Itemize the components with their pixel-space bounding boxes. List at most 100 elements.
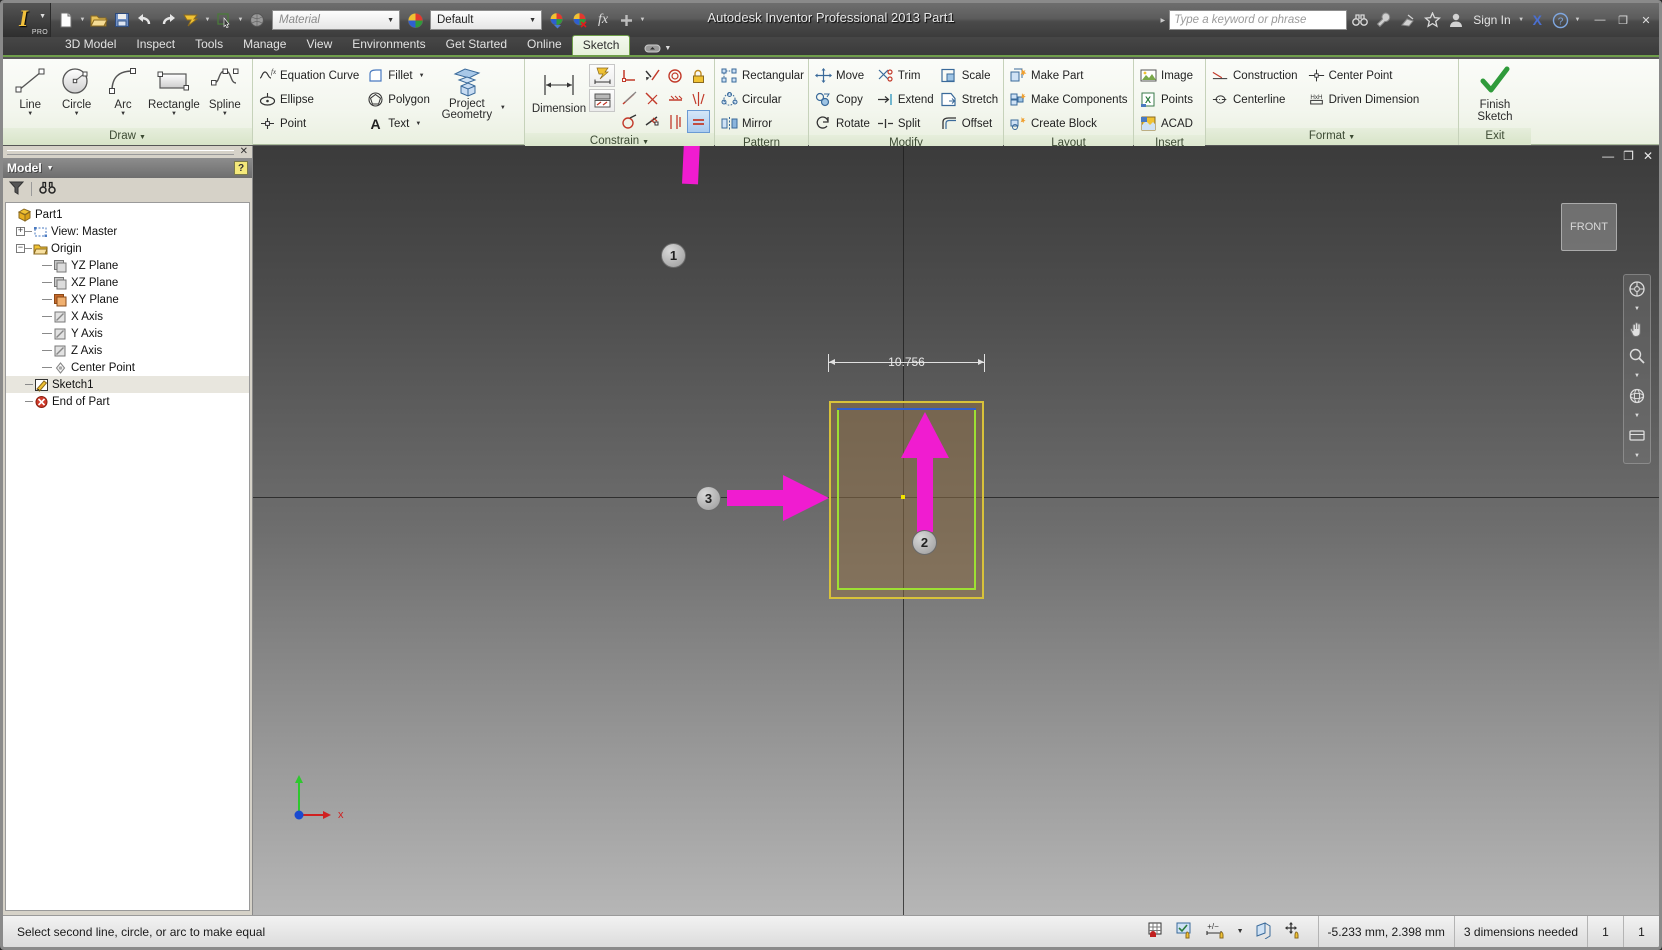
tree-node-origin[interactable]: − Origin [6, 240, 249, 257]
make-part-button[interactable]: Make Part [1008, 64, 1132, 87]
trim-button[interactable]: Trim [875, 64, 938, 87]
satellite-icon[interactable] [1397, 9, 1419, 31]
image-button[interactable]: Image [1138, 64, 1197, 87]
close-button[interactable]: ✕ [1637, 13, 1655, 27]
tangent-constraint-button[interactable] [664, 64, 687, 87]
chevron-down-icon[interactable]: ▼ [1634, 413, 1640, 419]
chevron-down-icon[interactable]: ▼ [78, 17, 87, 23]
find-button[interactable] [39, 181, 56, 197]
tree-node-x-axis[interactable]: X Axis [6, 308, 249, 325]
dimension-value[interactable]: 10.756 [884, 354, 929, 370]
project-geometry-button[interactable]: Project Geometry [436, 62, 498, 121]
dimension-annotation[interactable]: 10.756 [828, 351, 985, 375]
text-button[interactable]: A Text ▼ [365, 112, 434, 135]
construction-button[interactable]: Construction [1210, 64, 1302, 87]
mdi-close-button[interactable]: ✕ [1643, 149, 1653, 163]
perpendicular-constraint-button[interactable] [618, 64, 641, 87]
symmetric-constraint-button[interactable] [687, 87, 710, 110]
move-button[interactable]: Move [813, 64, 874, 87]
circular-pattern-button[interactable]: Circular [719, 88, 808, 111]
chevron-down-icon[interactable]: ▼ [1634, 306, 1640, 312]
fix-constraint-button[interactable] [687, 64, 710, 87]
chevron-down-icon[interactable]: ▼ [1517, 17, 1526, 23]
search-input[interactable]: Type a keyword or phrase [1169, 10, 1348, 30]
clear-appearance-button[interactable] [569, 8, 591, 32]
view-cube[interactable]: FRONT [1561, 203, 1617, 251]
expander-plus-icon[interactable]: + [16, 227, 25, 236]
chevron-down-icon[interactable]: ▼ [203, 17, 212, 23]
star-icon[interactable] [1421, 9, 1443, 31]
offset-button[interactable]: Offset [939, 112, 1002, 135]
horizontal-constraint-button[interactable] [641, 110, 664, 133]
tree-node-xy-plane[interactable]: XY Plane [6, 291, 249, 308]
customize-qat-button[interactable] [615, 8, 637, 32]
pan-hand-icon[interactable] [1626, 319, 1648, 339]
tab-3d-model[interactable]: 3D Model [55, 35, 126, 55]
color-wheel-button[interactable] [404, 8, 426, 32]
sign-in-button[interactable]: Sign In [1469, 13, 1514, 27]
zoom-icon[interactable] [1626, 346, 1648, 366]
chevron-down-icon[interactable]: ▼ [417, 73, 425, 79]
mdi-minimize-button[interactable]: — [1602, 149, 1614, 163]
arc-tool-button[interactable]: Arc ▼ [100, 62, 146, 118]
display-settings-icon[interactable] [1626, 426, 1648, 446]
chevron-down-icon[interactable]: ▼ [136, 134, 146, 141]
binoculars-icon[interactable] [1349, 9, 1371, 31]
centerline-button[interactable]: Centerline [1210, 88, 1302, 111]
point-button[interactable]: Point [257, 112, 363, 135]
coincident-constraint-button[interactable] [618, 87, 641, 110]
tree-node-center-point[interactable]: Center Point [6, 359, 249, 376]
close-icon[interactable]: ✕ [240, 146, 248, 157]
extend-button[interactable]: Extend [875, 88, 938, 111]
tree-node-y-axis[interactable]: Y Axis [6, 325, 249, 342]
model-tree[interactable]: Part1 + View: Master − Origin YZ Plane X… [5, 202, 250, 911]
smooth-constraint-button[interactable] [664, 87, 687, 110]
chevron-down-icon[interactable]: ▼ [236, 17, 245, 23]
tab-inspect[interactable]: Inspect [126, 35, 185, 55]
spline-tool-button[interactable]: Spline ▼ [202, 62, 248, 118]
browser-help-button[interactable]: ? [234, 161, 248, 175]
rectangular-pattern-button[interactable]: Rectangular [719, 64, 808, 87]
browser-drag-handle[interactable]: ✕ [3, 146, 252, 158]
points-button[interactable]: X Points [1138, 88, 1197, 111]
help-icon[interactable]: ? [1549, 9, 1571, 31]
copy-button[interactable]: Copy [813, 88, 874, 111]
chevron-down-icon[interactable]: ▼ [639, 139, 649, 146]
minimize-button[interactable]: — [1591, 13, 1609, 27]
adjust-appearance-button[interactable] [546, 8, 568, 32]
mirror-button[interactable]: Mirror [719, 112, 808, 135]
equal-constraint-button[interactable] [687, 110, 710, 133]
rectangle-tool-button[interactable]: Rectangle ▼ [146, 62, 201, 118]
chevron-down-icon[interactable]: ▼ [27, 111, 33, 118]
autodesk-exchange-button[interactable]: X [1528, 12, 1547, 28]
redo-button[interactable] [157, 8, 179, 32]
mdi-restore-button[interactable]: ❐ [1623, 149, 1634, 163]
expander-minus-icon[interactable]: − [16, 244, 25, 253]
circle-tool-button[interactable]: Circle ▼ [53, 62, 99, 118]
collinear-constraint-button[interactable] [641, 87, 664, 110]
person-icon[interactable] [1445, 9, 1467, 31]
tab-online[interactable]: Online [517, 35, 572, 55]
slice-graphics-button[interactable] [1254, 921, 1273, 942]
tree-node-z-axis[interactable]: Z Axis [6, 342, 249, 359]
appearance-sphere-button[interactable] [246, 8, 268, 32]
chevron-down-icon[interactable]: ▼ [1634, 453, 1640, 459]
application-menu-button[interactable]: I PRO ▼ [3, 3, 51, 37]
tree-node-xz-plane[interactable]: XZ Plane [6, 274, 249, 291]
scale-button[interactable]: Scale [939, 64, 1002, 87]
tree-node-sketch1[interactable]: Sketch1 [6, 376, 249, 393]
restore-button[interactable]: ❐ [1614, 13, 1632, 27]
update-button[interactable] [180, 8, 202, 32]
fillet-button[interactable]: Fillet ▼ [365, 64, 434, 87]
constraint-display-button[interactable] [1176, 922, 1195, 942]
equation-curve-button[interactable]: fx Equation Curve [257, 64, 363, 87]
tab-manage[interactable]: Manage [233, 35, 296, 55]
new-file-button[interactable] [55, 8, 77, 32]
make-components-button[interactable]: Make Components [1008, 88, 1132, 111]
select-button[interactable] [213, 8, 235, 32]
stretch-button[interactable]: Stretch [939, 88, 1002, 111]
filter-button[interactable] [8, 181, 25, 198]
rotate-button[interactable]: Rotate [813, 112, 874, 135]
chevron-down-icon[interactable]: ▼ [1345, 134, 1355, 141]
create-block-button[interactable]: Create Block [1008, 112, 1132, 135]
